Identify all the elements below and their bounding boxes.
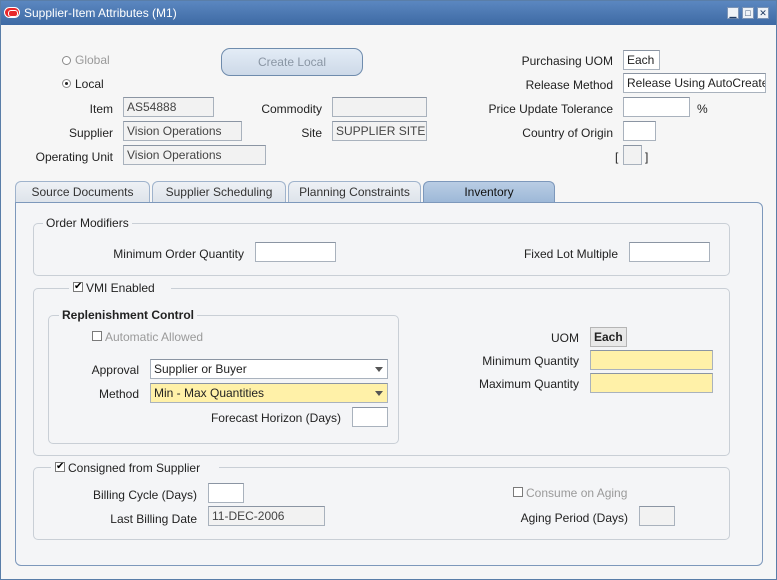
tab-inventory[interactable]: Inventory bbox=[423, 181, 555, 203]
min-qty-field[interactable] bbox=[590, 350, 713, 370]
approval-label: Approval bbox=[91, 363, 139, 377]
consigned-label: Consigned from Supplier bbox=[68, 461, 201, 475]
item-label: Item bbox=[89, 102, 113, 116]
supplier-label: Supplier bbox=[68, 126, 113, 140]
release-method-field[interactable]: Release Using AutoCreate bbox=[623, 73, 766, 93]
percent-label: % bbox=[697, 102, 708, 116]
country-of-origin-field[interactable] bbox=[623, 121, 656, 141]
min-qty-label: Minimum Quantity bbox=[482, 354, 579, 368]
bracket-open: [ bbox=[615, 150, 619, 164]
purchasing-uom-field[interactable]: Each bbox=[623, 50, 660, 70]
uom-field[interactable]: Each bbox=[590, 327, 627, 347]
tab-source-documents[interactable]: Source Documents bbox=[15, 181, 150, 203]
consigned-group bbox=[33, 467, 730, 540]
consume-on-aging-label: Consume on Aging bbox=[526, 486, 628, 500]
vmi-enabled-label: VMI Enabled bbox=[86, 281, 155, 295]
automatic-allowed-label: Automatic Allowed bbox=[105, 330, 204, 344]
aging-period-field[interactable] bbox=[639, 506, 675, 526]
operating-unit-label: Operating Unit bbox=[35, 150, 113, 164]
min-order-qty-field[interactable] bbox=[255, 242, 336, 262]
chevron-down-icon bbox=[372, 386, 385, 400]
tab-supplier-scheduling[interactable]: Supplier Scheduling bbox=[152, 181, 286, 203]
country-of-origin-label: Country of Origin bbox=[522, 126, 613, 140]
min-order-qty-label: Minimum Order Quantity bbox=[113, 247, 244, 261]
item-field[interactable]: AS54888 bbox=[123, 97, 214, 117]
billing-cycle-field[interactable] bbox=[208, 483, 244, 503]
billing-cycle-label: Billing Cycle (Days) bbox=[92, 488, 197, 502]
last-billing-date-label: Last Billing Date bbox=[110, 512, 197, 526]
method-select[interactable]: Min - Max Quantities bbox=[150, 383, 388, 403]
replenishment-control-title: Replenishment Control bbox=[59, 308, 198, 322]
price-update-tolerance-label: Price Update Tolerance bbox=[488, 102, 613, 116]
method-label: Method bbox=[98, 387, 139, 401]
vmi-enabled-checkbox[interactable]: ✔ bbox=[73, 282, 83, 292]
site-field[interactable]: SUPPLIER SITE bbox=[332, 121, 427, 141]
window-title: Supplier-Item Attributes (M1) bbox=[24, 6, 177, 20]
global-radio[interactable] bbox=[62, 56, 71, 65]
operating-unit-field[interactable]: Vision Operations bbox=[123, 145, 266, 165]
supplier-item-attributes-window: Supplier-Item Attributes (M1) ▁ □ ✕ Glob… bbox=[0, 0, 777, 580]
max-qty-field[interactable] bbox=[590, 373, 713, 393]
fixed-lot-multiple-field[interactable] bbox=[629, 242, 710, 262]
descriptive-flexfield[interactable] bbox=[623, 145, 642, 165]
automatic-allowed-checkbox[interactable] bbox=[92, 331, 102, 341]
consume-on-aging-checkbox[interactable] bbox=[513, 487, 523, 497]
bracket-close: ] bbox=[645, 150, 649, 164]
release-method-label: Release Method bbox=[525, 78, 613, 92]
global-label: Global bbox=[75, 53, 110, 67]
commodity-field[interactable] bbox=[332, 97, 427, 117]
max-qty-label: Maximum Quantity bbox=[478, 377, 579, 391]
consigned-checkbox[interactable]: ✔ bbox=[55, 462, 65, 472]
site-label: Site bbox=[301, 126, 322, 140]
forecast-horizon-label: Forecast Horizon (Days) bbox=[210, 411, 341, 425]
local-label: Local bbox=[75, 77, 104, 91]
purchasing-uom-label: Purchasing UOM bbox=[521, 54, 613, 68]
fixed-lot-multiple-label: Fixed Lot Multiple bbox=[523, 247, 618, 261]
minimize-icon[interactable]: ▁ bbox=[727, 7, 739, 19]
oracle-logo-icon bbox=[4, 7, 20, 18]
method-value: Min - Max Quantities bbox=[154, 386, 265, 400]
price-update-tolerance-field[interactable] bbox=[623, 97, 690, 117]
forecast-horizon-field[interactable] bbox=[352, 407, 388, 427]
uom-label: UOM bbox=[551, 331, 579, 345]
approval-value: Supplier or Buyer bbox=[154, 362, 247, 376]
supplier-field[interactable]: Vision Operations bbox=[123, 121, 242, 141]
approval-select[interactable]: Supplier or Buyer bbox=[150, 359, 388, 379]
tab-planning-constraints[interactable]: Planning Constraints bbox=[288, 181, 421, 203]
local-radio[interactable] bbox=[62, 79, 71, 88]
chevron-down-icon bbox=[372, 362, 385, 376]
aging-period-label: Aging Period (Days) bbox=[520, 511, 628, 525]
create-local-button[interactable]: Create Local bbox=[221, 48, 363, 76]
close-icon[interactable]: ✕ bbox=[757, 7, 769, 19]
title-bar[interactable]: Supplier-Item Attributes (M1) ▁ □ ✕ bbox=[1, 1, 776, 25]
order-modifiers-title: Order Modifiers bbox=[43, 216, 132, 230]
commodity-label: Commodity bbox=[261, 102, 322, 116]
last-billing-date-field[interactable]: 11-DEC-2006 bbox=[208, 506, 325, 526]
maximize-icon[interactable]: □ bbox=[742, 7, 754, 19]
